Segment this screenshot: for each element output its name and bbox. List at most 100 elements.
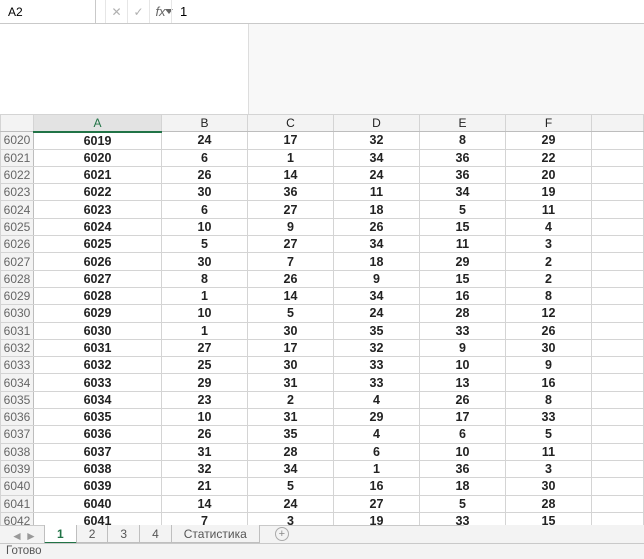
table-row[interactable]: 60306029105242812 bbox=[1, 305, 644, 322]
cell[interactable]: 2 bbox=[506, 270, 592, 287]
cell[interactable]: 21 bbox=[162, 478, 248, 495]
table-row[interactable]: 603460332931331316 bbox=[1, 374, 644, 391]
table-row[interactable]: 6026602552734113 bbox=[1, 236, 644, 253]
cell[interactable]: 26 bbox=[162, 166, 248, 183]
row-header[interactable]: 6032 bbox=[1, 339, 34, 356]
tab-nav-prev-icon[interactable]: ◄ bbox=[10, 529, 24, 543]
table-row[interactable]: 6021602061343622 bbox=[1, 149, 644, 166]
cell[interactable]: 16 bbox=[506, 374, 592, 391]
cell[interactable]: 30 bbox=[506, 339, 592, 356]
cell[interactable]: 29 bbox=[420, 253, 506, 270]
sheet-tab-Статистика[interactable]: Статистика bbox=[171, 525, 260, 543]
cell[interactable]: 6 bbox=[420, 426, 506, 443]
cell[interactable]: 9 bbox=[334, 270, 420, 287]
tab-nav-next-icon[interactable]: ► bbox=[24, 529, 38, 543]
cell[interactable]: 33 bbox=[420, 322, 506, 339]
cell[interactable]: 32 bbox=[334, 132, 420, 149]
cell[interactable] bbox=[592, 443, 644, 460]
cell[interactable]: 6031 bbox=[34, 339, 162, 356]
table-row[interactable]: 60406039215161830 bbox=[1, 478, 644, 495]
cell[interactable]: 7 bbox=[248, 253, 334, 270]
cell[interactable]: 5 bbox=[420, 495, 506, 512]
row-header[interactable]: 6037 bbox=[1, 426, 34, 443]
cell[interactable]: 3 bbox=[506, 460, 592, 477]
cell[interactable]: 5 bbox=[506, 426, 592, 443]
cell[interactable]: 6030 bbox=[34, 322, 162, 339]
cell[interactable]: 1 bbox=[162, 287, 248, 304]
cell[interactable]: 5 bbox=[162, 236, 248, 253]
cell[interactable]: 3 bbox=[506, 236, 592, 253]
row-header[interactable]: 6020 bbox=[1, 132, 34, 149]
cell[interactable]: 26 bbox=[334, 218, 420, 235]
row-header[interactable]: 6034 bbox=[1, 374, 34, 391]
cell[interactable] bbox=[592, 253, 644, 270]
cell[interactable]: 16 bbox=[334, 478, 420, 495]
table-row[interactable]: 6027602630718292 bbox=[1, 253, 644, 270]
row-header[interactable]: 6033 bbox=[1, 357, 34, 374]
row-header[interactable]: 6040 bbox=[1, 478, 34, 495]
row-header[interactable]: 6029 bbox=[1, 287, 34, 304]
column-header-B[interactable]: B bbox=[162, 115, 248, 132]
sheet-tab-1[interactable]: 1 bbox=[44, 525, 77, 544]
cell[interactable]: 32 bbox=[334, 339, 420, 356]
cell[interactable]: 24 bbox=[248, 495, 334, 512]
cell[interactable]: 6035 bbox=[34, 409, 162, 426]
cell[interactable]: 13 bbox=[420, 374, 506, 391]
table-row[interactable]: 602860278269152 bbox=[1, 270, 644, 287]
cell[interactable] bbox=[592, 460, 644, 477]
cell[interactable]: 29 bbox=[162, 374, 248, 391]
cell[interactable]: 6024 bbox=[34, 218, 162, 235]
cell[interactable]: 4 bbox=[334, 391, 420, 408]
cell[interactable]: 35 bbox=[334, 322, 420, 339]
cell[interactable]: 33 bbox=[420, 512, 506, 525]
table-row[interactable]: 602260212614243620 bbox=[1, 166, 644, 183]
formula-input[interactable] bbox=[172, 0, 644, 23]
table-row[interactable]: 60416040142427528 bbox=[1, 495, 644, 512]
cell[interactable]: 19 bbox=[334, 512, 420, 525]
cell[interactable]: 17 bbox=[248, 339, 334, 356]
cell[interactable]: 6026 bbox=[34, 253, 162, 270]
cell[interactable]: 14 bbox=[162, 495, 248, 512]
cell[interactable]: 8 bbox=[506, 287, 592, 304]
cell[interactable]: 5 bbox=[248, 305, 334, 322]
cell[interactable]: 35 bbox=[248, 426, 334, 443]
table-row[interactable]: 60316030130353326 bbox=[1, 322, 644, 339]
cell[interactable]: 25 bbox=[162, 357, 248, 374]
cell[interactable]: 17 bbox=[248, 132, 334, 149]
cell[interactable]: 15 bbox=[420, 270, 506, 287]
cell[interactable] bbox=[592, 391, 644, 408]
cell[interactable]: 12 bbox=[506, 305, 592, 322]
row-header[interactable]: 6041 bbox=[1, 495, 34, 512]
cell[interactable]: 10 bbox=[162, 218, 248, 235]
table-row[interactable]: 60326031271732930 bbox=[1, 339, 644, 356]
table-row[interactable]: 602360223036113419 bbox=[1, 184, 644, 201]
grid-table[interactable]: ABCDEF 602060192417328296021602061343622… bbox=[0, 114, 644, 525]
row-header[interactable]: 6026 bbox=[1, 236, 34, 253]
cell[interactable]: 6021 bbox=[34, 166, 162, 183]
cell[interactable] bbox=[592, 149, 644, 166]
cell[interactable]: 6029 bbox=[34, 305, 162, 322]
row-header[interactable]: 6042 bbox=[1, 512, 34, 525]
cell[interactable]: 11 bbox=[506, 443, 592, 460]
row-header[interactable]: 6038 bbox=[1, 443, 34, 460]
cell[interactable]: 29 bbox=[334, 409, 420, 426]
row-header[interactable]: 6021 bbox=[1, 149, 34, 166]
cell[interactable]: 2 bbox=[248, 391, 334, 408]
cell[interactable] bbox=[592, 357, 644, 374]
name-box-wrap[interactable] bbox=[0, 0, 96, 23]
cell[interactable]: 24 bbox=[334, 166, 420, 183]
cell[interactable]: 14 bbox=[248, 166, 334, 183]
column-header-C[interactable]: C bbox=[248, 115, 334, 132]
cell[interactable]: 6038 bbox=[34, 460, 162, 477]
cell[interactable]: 1 bbox=[162, 322, 248, 339]
cell[interactable]: 4 bbox=[334, 426, 420, 443]
table-row[interactable]: 60386037312861011 bbox=[1, 443, 644, 460]
table-row[interactable]: 6029602811434168 bbox=[1, 287, 644, 304]
row-header[interactable]: 6024 bbox=[1, 201, 34, 218]
cell[interactable] bbox=[592, 478, 644, 495]
cell[interactable]: 28 bbox=[420, 305, 506, 322]
cell[interactable]: 34 bbox=[420, 184, 506, 201]
row-header[interactable]: 6039 bbox=[1, 460, 34, 477]
table-row[interactable]: 603660351031291733 bbox=[1, 409, 644, 426]
cell[interactable]: 27 bbox=[248, 236, 334, 253]
